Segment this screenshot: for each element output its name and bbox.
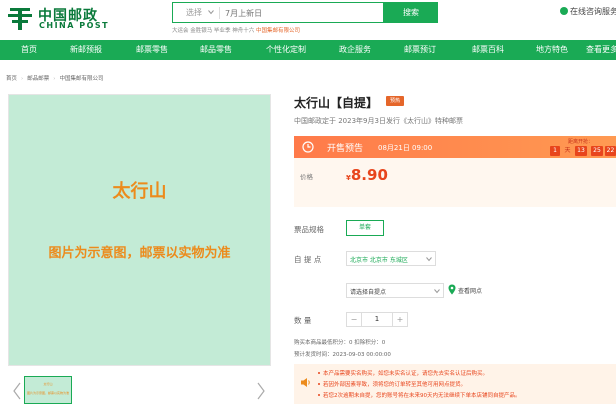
countdown-seconds: 22	[605, 146, 616, 156]
search-button[interactable]: 搜索	[384, 2, 438, 23]
logo-english-text: CHINA POST	[39, 21, 110, 30]
online-service-link[interactable]: 在线咨询服务	[560, 6, 616, 17]
chevron-down-icon	[208, 10, 214, 15]
hotwords-text[interactable]: 大运会 金胜银马 毕业季 神舟十六	[172, 28, 256, 34]
price-value: ¥8.90	[346, 165, 388, 184]
region-value: 北京市 北京市 东城区	[350, 257, 408, 264]
breadcrumb-separator: ›	[21, 76, 24, 82]
breadcrumb: 首页 › 邮品邮票 › 中国集邮有限公司	[6, 74, 103, 82]
notice-line: 本产品需要实名购买，如您未实名认证，请您先去实名认证后购买。	[318, 369, 488, 377]
quantity-decrease-button[interactable]: −	[346, 312, 362, 327]
search-category-select[interactable]: 选择	[186, 7, 202, 18]
notice-line: 若因外部因素导致，须将您的订单转至其他可用网点提货。	[318, 380, 466, 388]
preheat-badge: 预热	[386, 96, 404, 106]
nav-item-postal-product-retail[interactable]: 邮品零售	[200, 40, 232, 60]
notice-text: 若您2次逾期未自提，您的账号将在未来90天内无法继续下单本店铺同自提产品。	[323, 393, 521, 399]
notice-line: 若您2次逾期未自提，您的账号将在未来90天内无法继续下单本店铺同自提产品。	[318, 391, 521, 399]
nav-item-stamp-retail[interactable]: 邮票零售	[136, 40, 168, 60]
estimated-ship-time: 预计发货时间：2023-09-03 00:00:00	[294, 352, 391, 358]
search-divider	[219, 7, 220, 19]
quantity-input[interactable]: 1	[362, 312, 392, 327]
nav-item-stamp-encyclopedia[interactable]: 邮票百科	[472, 40, 504, 60]
presale-label: 开售预告	[327, 144, 364, 154]
search-box: 选择	[172, 2, 384, 23]
price-label: 价格	[300, 173, 313, 181]
spec-option-single-set[interactable]: 单套	[346, 220, 384, 236]
image-title-text: 太行山	[112, 181, 167, 202]
purchase-notice: 本产品需要实名购买，如您未实名认证，请您先去实名认证后购买。 若因外部因素导致，…	[294, 364, 616, 404]
search-input[interactable]	[225, 6, 375, 20]
china-post-logo-icon	[8, 8, 32, 30]
countdown-label: 距离开抢：	[568, 139, 594, 145]
countdown-hours: 13	[575, 146, 587, 156]
product-subtitle: 中国邮政定于 2023年9月3日发行《太行山》特种邮票	[294, 117, 463, 125]
points-info: 购买本商品最低积分：0 扣除积分：0	[294, 340, 386, 346]
chevron-down-icon	[434, 289, 440, 294]
product-title: 太行山【自提】	[294, 96, 379, 110]
view-outlet-link[interactable]: 查看网点	[458, 286, 482, 295]
bullet-dot	[318, 394, 320, 396]
countdown-days: 1	[550, 146, 560, 156]
nav-item-stamp-preorder[interactable]: 邮票预订	[404, 40, 436, 60]
bullet-dot	[318, 372, 320, 374]
spec-label: 票品规格	[294, 225, 324, 234]
breadcrumb-current: 中国集邮有限公司	[59, 76, 104, 82]
nav-item-personalized-custom[interactable]: 个性化定制	[266, 40, 306, 60]
quantity-increase-button[interactable]: +	[392, 312, 408, 327]
breadcrumb-home[interactable]: 首页	[6, 76, 17, 82]
nav-item-local-specialties[interactable]: 地方特色	[536, 40, 568, 60]
thumbnail-disclaimer: 图片为示意图，邮票以实物为准	[26, 391, 69, 395]
thumbnail-next-arrow[interactable]	[256, 382, 266, 400]
china-post-logo[interactable]: 中国邮政 CHINA POST	[6, 4, 110, 32]
product-thumbnail[interactable]: 太行山 图片为示意图，邮票以实物为准	[24, 376, 72, 404]
hotword-highlight[interactable]: 中国集邮有限公司	[256, 28, 300, 34]
price-number: 8.90	[350, 166, 388, 184]
online-service-label: 在线咨询服务	[570, 7, 616, 16]
price-area: 价格 ¥8.90	[294, 158, 616, 207]
chat-icon	[560, 7, 568, 15]
notice-text: 本产品需要实名购买，如您未实名认证，请您先去实名认证后购买。	[323, 371, 489, 377]
clock-icon	[302, 141, 314, 153]
product-main-image: 太行山 图片为示意图，邮票以实物为准	[8, 94, 271, 366]
notice-text: 若因外部因素导致，须将您的订单转至其他可用网点提货。	[323, 382, 467, 388]
thumbnail-prev-arrow[interactable]	[12, 382, 22, 400]
bullet-dot	[318, 383, 320, 385]
breadcrumb-separator: ›	[53, 76, 56, 82]
nav-item-home[interactable]: 首页	[21, 40, 37, 60]
region-select[interactable]: 北京市 北京市 东城区	[346, 251, 436, 266]
pickup-point-placeholder: 请选择自提点	[350, 289, 387, 296]
nav-item-view-more[interactable]: 查看更多	[586, 40, 616, 60]
nav-item-enterprise-service[interactable]: 政企服务	[339, 40, 371, 60]
presale-time: 08月21日 09:00	[378, 144, 433, 152]
breadcrumb-category[interactable]: 邮品邮票	[27, 76, 49, 82]
pickup-point-label: 自 提 点	[294, 255, 322, 264]
presale-banner: 开售预告 08月21日 09:00 距离开抢： 1 天 13 25 22	[294, 136, 616, 158]
chevron-down-icon	[426, 257, 432, 262]
speaker-icon	[301, 378, 310, 387]
pickup-point-select[interactable]: 请选择自提点	[346, 283, 444, 298]
location-pin-icon[interactable]	[448, 284, 456, 295]
countdown-day-unit: 天	[564, 147, 571, 154]
thumbnail-title: 太行山	[43, 382, 53, 386]
quantity-label: 数 量	[294, 316, 312, 325]
hot-search-words[interactable]: 大运会 金胜银马 毕业季 神舟十六 中国集邮有限公司	[172, 26, 300, 34]
countdown-minutes: 25	[591, 146, 603, 156]
main-nav: 首页 新邮预报 邮票零售 邮品零售 个性化定制 政企服务 邮票预订 邮票百科 地…	[0, 40, 616, 60]
nav-item-new-stamp-forecast[interactable]: 新邮预报	[70, 40, 102, 60]
image-disclaimer-text: 图片为示意图，邮票以实物为准	[48, 246, 231, 261]
